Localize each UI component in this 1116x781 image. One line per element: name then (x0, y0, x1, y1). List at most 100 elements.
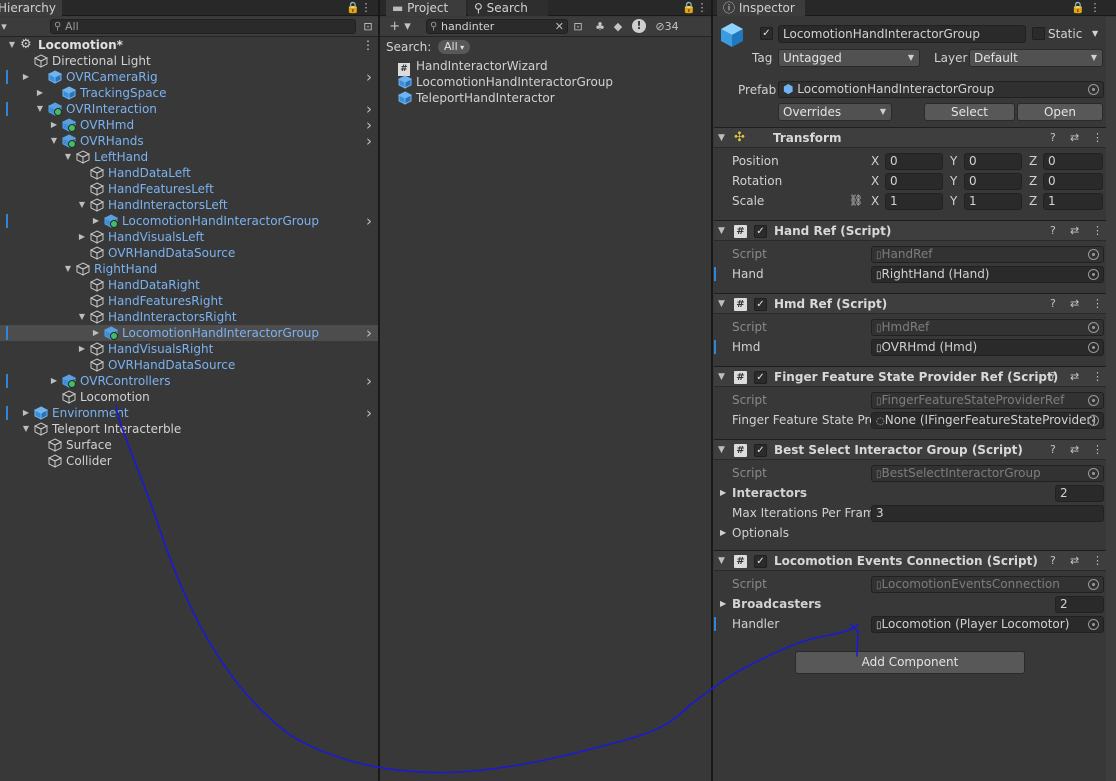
expand-arrow-icon[interactable]: ▼ (62, 149, 74, 165)
hierarchy-item[interactable]: ▼ HandInteractorsRight (0, 309, 378, 325)
hierarchy-item[interactable]: HandFeaturesRight (0, 293, 378, 309)
fold-icon[interactable]: ▼ (718, 128, 725, 148)
object-picker-icon[interactable] (1088, 84, 1099, 95)
presets-icon[interactable]: ⇄ (1070, 221, 1079, 241)
hand-field[interactable]: ▯RightHand (Hand) (871, 266, 1104, 283)
rotation-y-field[interactable]: 0 (964, 173, 1022, 190)
fold-arrow-icon[interactable]: ▶ (720, 484, 726, 502)
hmd-ref-header[interactable]: ▼ # ✓ Hmd Ref (Script)? ⇄ ⋮ (714, 293, 1106, 314)
hierarchy-item[interactable]: OVRHandDataSource (0, 245, 378, 261)
position-y-field[interactable]: 0 (964, 153, 1022, 170)
object-picker-icon[interactable] (1088, 619, 1099, 630)
enabled-checkbox[interactable]: ✓ (754, 555, 767, 568)
scale-y-field[interactable]: 1 (964, 193, 1022, 210)
fold-icon[interactable]: ▼ (718, 294, 725, 314)
kebab-menu-icon[interactable]: ⋮ (1089, 0, 1101, 16)
expand-arrow-icon[interactable]: ▶ (76, 229, 88, 245)
component-menu-icon[interactable]: ⋮ (1092, 294, 1103, 314)
kebab-menu-icon[interactable]: ⋮ (362, 37, 374, 53)
expand-arrow-icon[interactable]: ▶ (76, 341, 88, 357)
dropdown-caret-icon[interactable]: ▾ (0, 19, 10, 35)
presets-icon[interactable]: ⇄ (1070, 128, 1079, 148)
hierarchy-item[interactable]: HandDataRight (0, 277, 378, 293)
help-icon[interactable]: ? (1050, 551, 1056, 571)
constrain-proportions-icon[interactable]: ⛓ (849, 192, 863, 210)
prefab-field[interactable]: ⬢ LocomotionHandInteractorGroup (778, 81, 1104, 98)
max-iterations-field[interactable]: 3 (871, 505, 1104, 522)
help-icon[interactable]: ? (1050, 294, 1056, 314)
hierarchy-item[interactable]: ▶ TrackingSpace (0, 85, 378, 101)
chevron-right-icon[interactable]: › (366, 213, 372, 229)
expand-arrow-icon[interactable]: ▶ (34, 85, 46, 101)
tab-hierarchy[interactable]: Hierarchy (0, 0, 63, 16)
hierarchy-item[interactable]: ▶ OVRControllers › (0, 373, 378, 389)
hierarchy-item[interactable]: ▼ OVRHands › (0, 133, 378, 149)
position-z-field[interactable]: 0 (1043, 153, 1103, 170)
layer-dropdown[interactable]: Default ▼ (969, 49, 1103, 67)
open-button[interactable]: Open (1017, 103, 1103, 121)
presets-icon[interactable]: ⇄ (1070, 367, 1079, 387)
expand-arrow-icon[interactable]: ▶ (48, 117, 60, 133)
hierarchy-item[interactable]: ▶ HandVisualsRight (0, 341, 378, 357)
optionals-label[interactable]: Optionals (732, 524, 789, 542)
presets-icon[interactable]: ⇄ (1070, 294, 1079, 314)
search-scope-dropdown[interactable]: All ▾ (438, 40, 470, 54)
rotation-z-field[interactable]: 0 (1043, 173, 1103, 190)
hierarchy-item[interactable]: Directional Light (0, 53, 378, 69)
inspector-scrollbar[interactable] (1106, 17, 1116, 781)
hierarchy-item[interactable]: ▶ OVRHmd › (0, 117, 378, 133)
position-x-field[interactable]: 0 (885, 153, 943, 170)
expand-arrow-icon[interactable]: ▼ (76, 309, 88, 325)
interactors-field[interactable]: 2 (1055, 485, 1104, 502)
help-icon[interactable]: ? (1050, 367, 1056, 387)
project-search-input[interactable]: ⚲ handinter ✕ (426, 19, 568, 34)
expand-arrow-icon[interactable]: ▶ (48, 373, 60, 389)
enabled-checkbox[interactable]: ✓ (754, 298, 767, 311)
expand-arrow-icon[interactable]: ▶ (90, 325, 102, 341)
kebab-menu-icon[interactable]: ⋮ (360, 0, 372, 16)
transform-header[interactable]: ▼ ✣ Transform ? ⇄ ⋮ (714, 127, 1106, 148)
chevron-right-icon[interactable]: › (366, 117, 372, 133)
fold-arrow-icon[interactable]: ▶ (720, 524, 726, 542)
type-filter-icon[interactable]: ♣ (594, 19, 606, 35)
hierarchy-item[interactable]: HandDataLeft (0, 165, 378, 181)
chevron-right-icon[interactable]: › (366, 101, 372, 117)
hierarchy-item[interactable]: ▼ HandInteractorsLeft (0, 197, 378, 213)
create-plus-button[interactable]: + ▾ (388, 19, 412, 35)
expand-arrow-icon[interactable]: ▼ (20, 421, 32, 437)
help-icon[interactable]: ? (1050, 221, 1056, 241)
expand-arrow-icon[interactable]: ▶ (90, 213, 102, 229)
hierarchy-item[interactable]: ▼ RightHand (0, 261, 378, 277)
hierarchy-item[interactable]: ▶ Environment › (0, 405, 378, 421)
select-button[interactable]: Select (924, 103, 1015, 121)
lock-icon[interactable]: 🔒 (682, 0, 696, 16)
hierarchy-item[interactable]: Surface (0, 437, 378, 453)
component-menu-icon[interactable]: ⋮ (1092, 221, 1103, 241)
expand-arrow-icon[interactable]: ▼ (6, 37, 18, 53)
finger-state-provider-field[interactable]: ◌None (IFingerFeatureStateProvider) (871, 412, 1104, 429)
finger-ref-header[interactable]: ▼ # ✓ Finger Feature State Provider Ref (Sc… (714, 366, 1106, 387)
component-menu-icon[interactable]: ⋮ (1092, 128, 1103, 148)
best-select-header[interactable]: ▼ # ✓ Best Select Interactor Group (Script)… (714, 439, 1106, 460)
hierarchy-item[interactable]: ▼ Teleport Interacterble (0, 421, 378, 437)
scale-z-field[interactable]: 1 (1043, 193, 1103, 210)
object-picker-icon[interactable] (1088, 342, 1099, 353)
expand-arrow-icon[interactable]: ▶ (20, 69, 32, 85)
expand-arrow-icon[interactable]: ▼ (76, 197, 88, 213)
enabled-checkbox[interactable]: ✓ (754, 371, 767, 384)
hierarchy-item[interactable]: ▶ LocomotionHandInteractorGroup › (0, 213, 378, 229)
static-checkbox[interactable] (1032, 27, 1045, 40)
handler-field[interactable]: ▯Locomotion (Player Locomotor) (871, 616, 1104, 633)
rotation-x-field[interactable]: 0 (885, 173, 943, 190)
label-filter-icon[interactable]: ◆ (612, 19, 624, 35)
chevron-right-icon[interactable]: › (366, 405, 372, 421)
static-dropdown-caret-icon[interactable]: ▼ (1092, 25, 1098, 43)
hierarchy-search-input[interactable]: ⚲ All (50, 19, 356, 34)
chevron-right-icon[interactable]: › (366, 133, 372, 149)
hierarchy-item[interactable]: ▶ LocomotionHandInteractorGroup › (0, 325, 378, 341)
fold-icon[interactable]: ▼ (718, 367, 725, 387)
tag-dropdown[interactable]: Untagged ▼ (778, 49, 920, 67)
chevron-right-icon[interactable]: › (366, 325, 372, 341)
hierarchy-item[interactable]: HandFeaturesLeft (0, 181, 378, 197)
expand-arrow-icon[interactable]: ▼ (34, 101, 46, 117)
